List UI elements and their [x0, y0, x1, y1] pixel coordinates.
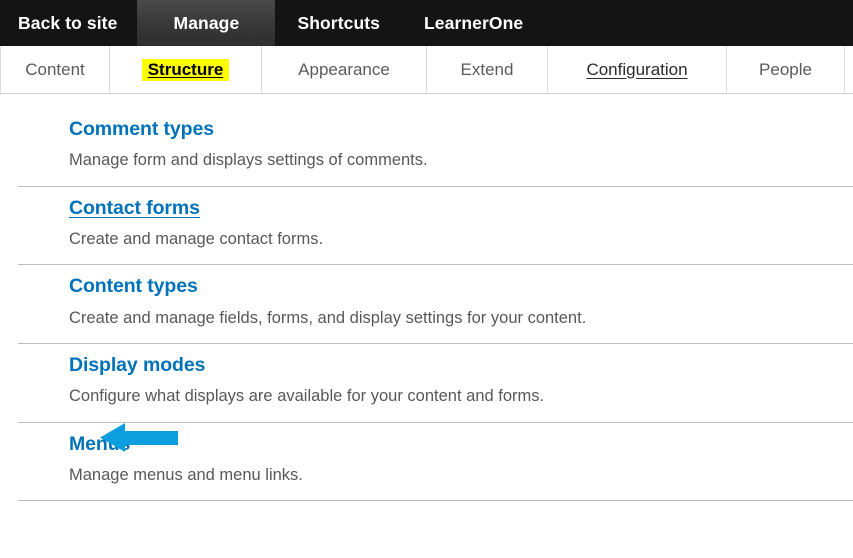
list-item: Contact forms Create and manage contact … — [18, 187, 853, 266]
admin-toolbar: Back to site Manage Shortcuts LearnerOne — [0, 0, 853, 46]
list-item-description: Create and manage fields, forms, and dis… — [69, 308, 587, 327]
subnav-item-content[interactable]: Content — [0, 46, 110, 93]
subnav-item-configuration[interactable]: Configuration — [548, 46, 727, 93]
list-item: Display modes Configure what displays ar… — [18, 344, 853, 423]
subnav-item-label: People — [759, 59, 812, 79]
list-item-description: Manage form and displays settings of com… — [69, 151, 428, 170]
list-item-title-row: Display modes — [69, 353, 853, 377]
list-item-title-row: Content types — [69, 274, 853, 298]
admin-subnav: Content Structure Appearance Extend Conf… — [0, 46, 853, 94]
list-item-title-row: Contact forms — [69, 196, 853, 220]
toolbar-tab-label: Shortcuts — [297, 12, 381, 33]
structure-admin-list: Comment types Manage form and displays s… — [0, 94, 853, 502]
link-display-modes[interactable]: Display modes — [69, 353, 205, 377]
toolbar-tab-label: Back to site — [18, 12, 118, 33]
toolbar-tab-shortcuts[interactable]: Shortcuts — [275, 0, 402, 46]
list-item: Menus Manage menus and menu links. — [18, 422, 853, 502]
list-item-description: Configure what displays are available fo… — [69, 387, 545, 406]
toolbar-tab-learnerone[interactable]: LearnerOne — [402, 0, 545, 46]
toolbar-tab-label: Manage — [173, 12, 240, 33]
list-item: Content types Create and manage fields, … — [18, 265, 853, 344]
subnav-item-label: Appearance — [298, 59, 390, 79]
list-item-description: Create and manage contact forms. — [69, 230, 324, 249]
subnav-item-label: Extend — [460, 59, 514, 79]
toolbar-tab-label: LearnerOne — [424, 12, 524, 33]
subnav-item-label: Configuration — [586, 59, 688, 79]
subnav-item-appearance[interactable]: Appearance — [262, 46, 427, 93]
subnav-item-structure[interactable]: Structure — [110, 46, 262, 93]
link-contact-forms[interactable]: Contact forms — [69, 196, 200, 220]
subnav-item-people[interactable]: People — [727, 46, 845, 93]
list-item-description: Manage menus and menu links. — [69, 465, 303, 484]
toolbar-tab-back-to-site[interactable]: Back to site — [0, 0, 137, 46]
toolbar-tab-manage[interactable]: Manage — [137, 0, 276, 46]
link-comment-types[interactable]: Comment types — [69, 117, 214, 141]
list-item-title-row: Menus — [69, 422, 853, 456]
list-item: Comment types Manage form and displays s… — [18, 108, 853, 187]
link-content-types[interactable]: Content types — [69, 274, 198, 298]
subnav-item-label: Structure — [141, 58, 230, 81]
subnav-item-extend[interactable]: Extend — [427, 46, 548, 93]
list-item-title-row: Comment types — [69, 117, 853, 141]
subnav-item-label: Content — [25, 59, 85, 79]
link-menus[interactable]: Menus — [69, 432, 130, 456]
